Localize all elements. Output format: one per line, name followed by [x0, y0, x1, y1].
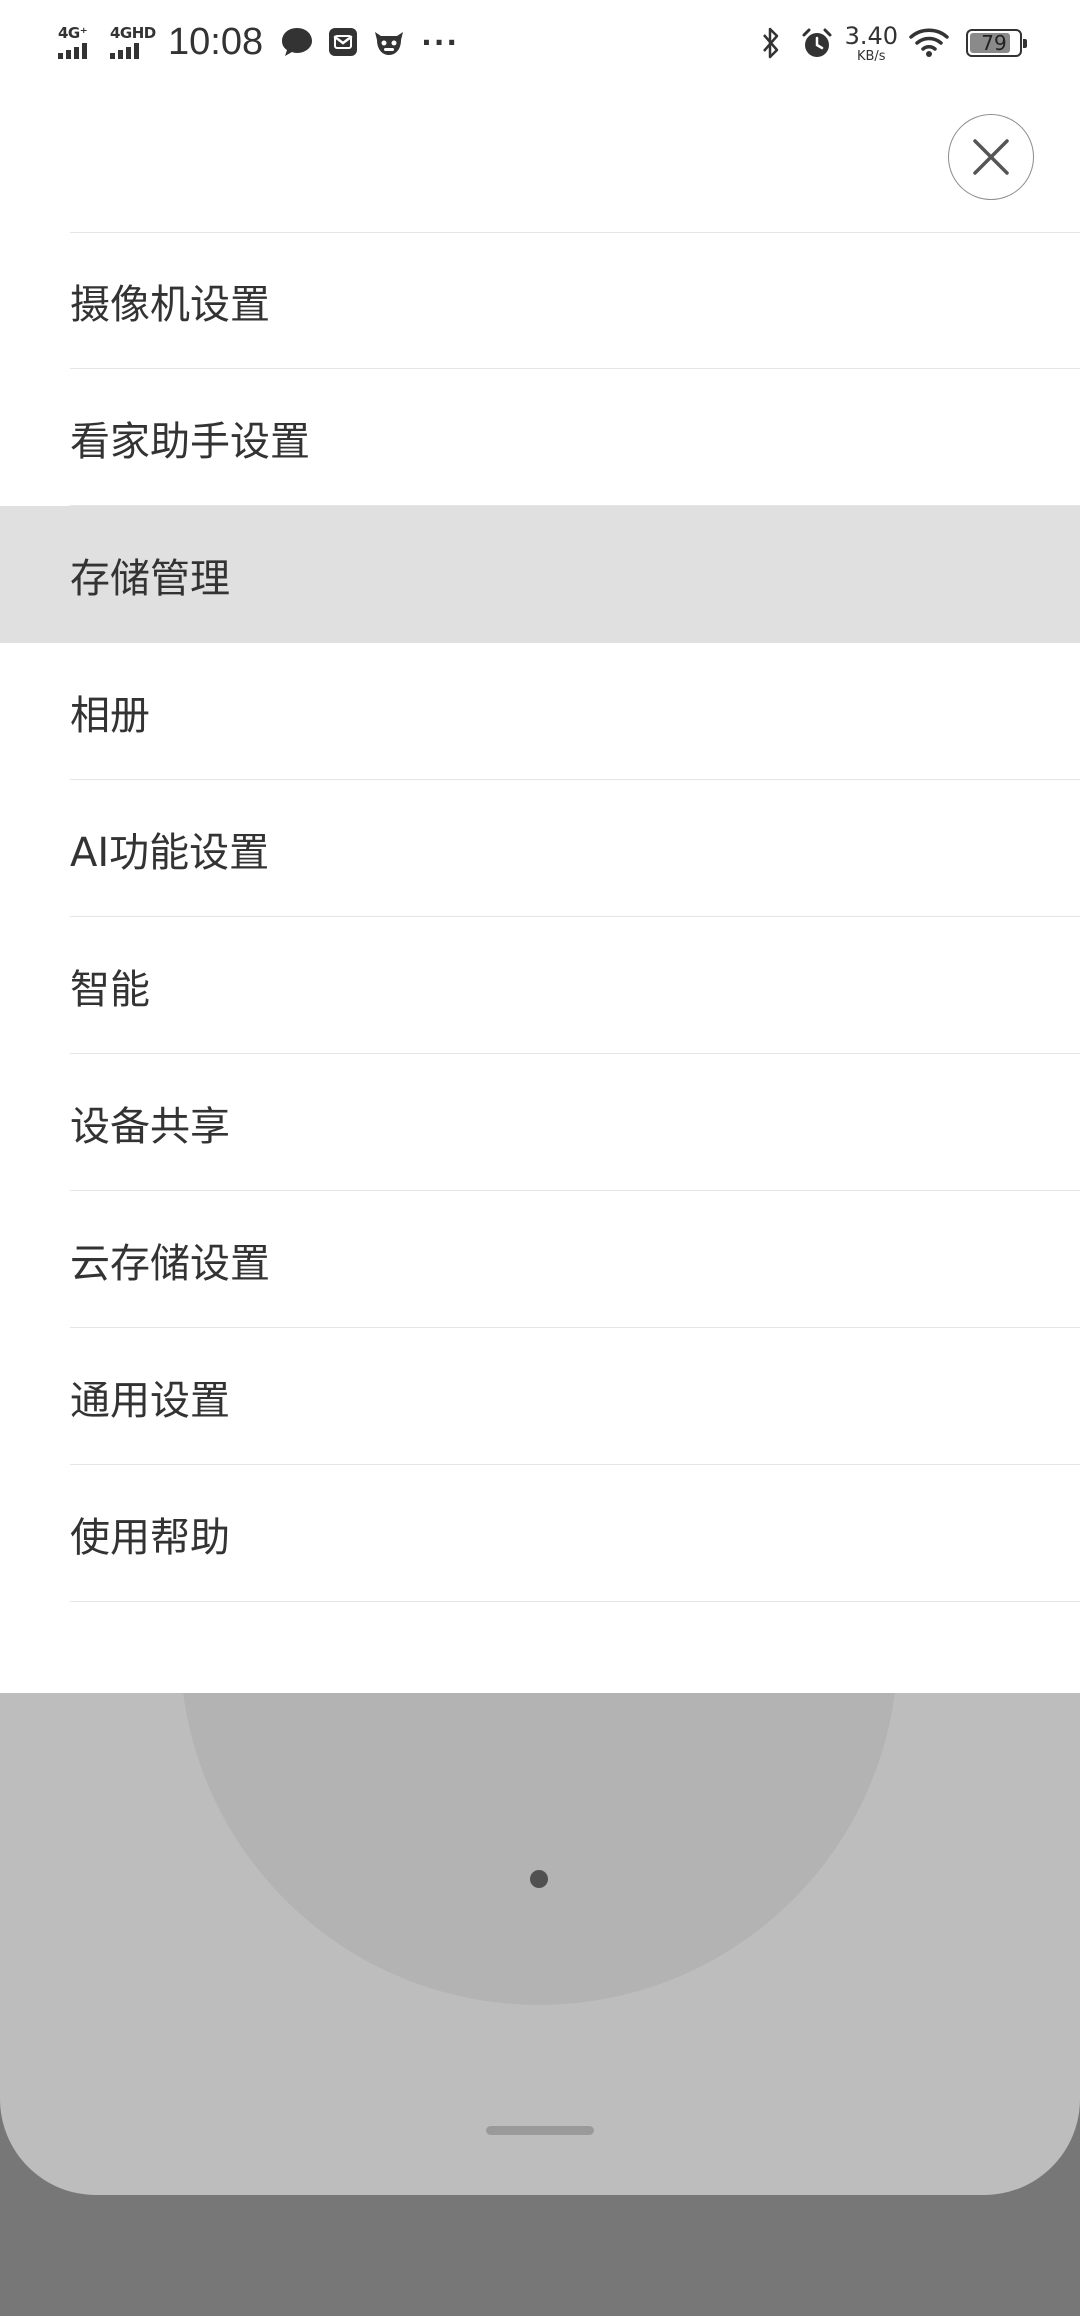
signal-4g-icon: 4G⁺	[58, 22, 100, 62]
status-time: 10:08	[168, 20, 264, 63]
signal-4ghd-icon: 4GHD	[110, 22, 156, 62]
menu-item-device-sharing[interactable]: 设备共享	[0, 1054, 1080, 1191]
menu-item-label: 摄像机设置	[70, 281, 270, 328]
settings-menu-panel: 4G⁺ 4GHD 10:08 ··· 3.40 KB/s 79 摄像机设置 看家…	[0, 0, 1080, 1693]
menu-item-label: 设备共享	[70, 1103, 230, 1150]
sheet-drag-handle[interactable]	[486, 2126, 594, 2135]
menu-item-help[interactable]: 使用帮助	[0, 1465, 1080, 1602]
more-dots-icon: ···	[421, 25, 460, 59]
menu-item-smart[interactable]: 智能	[0, 917, 1080, 1054]
menu-item-ai-settings[interactable]: AI功能设置	[0, 780, 1080, 917]
network-speed-unit: KB/s	[856, 48, 886, 64]
network-speed: 3.40 KB/s	[845, 24, 898, 63]
menu-item-label: AI功能设置	[70, 829, 270, 876]
menu-item-label: 云存储设置	[70, 1240, 270, 1287]
ptz-center-dot	[530, 1870, 548, 1888]
status-bar-right: 3.40 KB/s 79	[753, 18, 1027, 68]
status-bar: 4G⁺ 4GHD 10:08 ··· 3.40 KB/s 79	[0, 0, 1080, 84]
menu-item-home-guard-settings[interactable]: 看家助手设置	[0, 369, 1080, 506]
network-type-1: 4G⁺	[58, 24, 88, 42]
network-type-2: 4GHD	[110, 24, 156, 42]
menu-item-label: 通用设置	[70, 1377, 230, 1424]
menu-item-label: 相册	[70, 692, 150, 739]
close-button[interactable]	[948, 114, 1034, 200]
chat-bubble-icon	[279, 24, 315, 60]
close-icon	[973, 139, 1009, 175]
menu-item-album[interactable]: 相册	[0, 643, 1080, 780]
divider	[70, 1601, 1080, 1602]
menu-item-cloud-storage-settings[interactable]: 云存储设置	[0, 1191, 1080, 1328]
alarm-icon	[799, 25, 835, 61]
menu-item-general-settings[interactable]: 通用设置	[0, 1328, 1080, 1465]
bluetooth-icon	[753, 25, 789, 61]
menu-item-label: 使用帮助	[70, 1514, 230, 1561]
menu-item-storage-management[interactable]: 存储管理	[0, 506, 1080, 643]
menu-item-label: 存储管理	[70, 555, 230, 602]
status-bar-left: 4G⁺ 4GHD 10:08 ···	[58, 16, 459, 68]
menu-item-label: 看家助手设置	[70, 418, 310, 465]
battery-icon: 79	[966, 29, 1027, 57]
menu-item-camera-settings[interactable]: 摄像机设置	[0, 232, 1080, 369]
mail-icon	[325, 24, 361, 60]
ox-mascot-icon	[371, 24, 407, 60]
wifi-icon	[908, 25, 950, 61]
battery-level: 79	[981, 31, 1007, 55]
settings-menu-list: 摄像机设置 看家助手设置 存储管理 相册 AI功能设置 智能 设备共享 云存储设…	[0, 232, 1080, 1602]
network-speed-value: 3.40	[844, 21, 898, 50]
menu-item-label: 智能	[70, 966, 150, 1013]
